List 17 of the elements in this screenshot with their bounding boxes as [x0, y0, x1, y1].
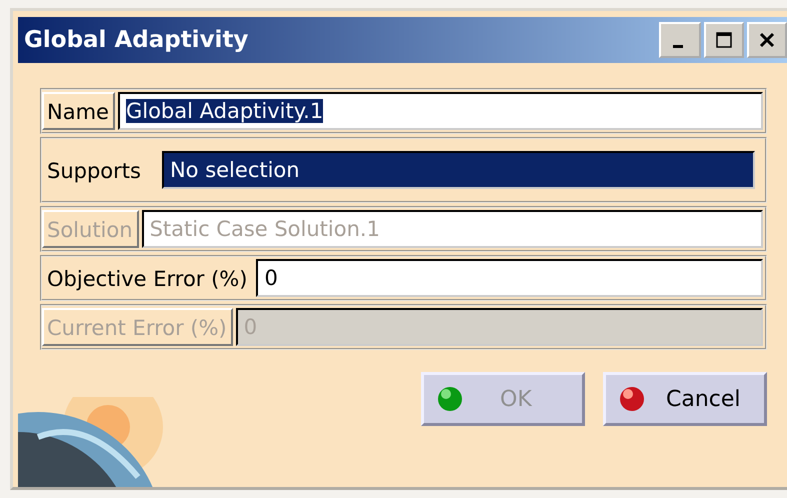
field-label: Current Error (%): [42, 308, 233, 346]
minimize-icon: [673, 44, 683, 48]
selection-field[interactable]: No selection: [162, 151, 755, 189]
ball-icon: [436, 385, 464, 413]
field-label: Supports: [46, 158, 142, 185]
field-label: Objective Error (%): [46, 266, 248, 293]
field-label: Solution: [42, 210, 139, 248]
maximize-icon: [714, 30, 734, 50]
close-icon: [757, 30, 777, 50]
cancel-button[interactable]: Cancel: [603, 372, 767, 426]
close-button[interactable]: [747, 22, 787, 58]
ball-icon: [618, 385, 646, 413]
window-title: Global Adaptivity: [24, 27, 248, 53]
field-label: Name: [42, 92, 115, 130]
maximize-button[interactable]: [704, 22, 744, 58]
input-field[interactable]: Global Adaptivity.1: [118, 92, 763, 130]
input-field[interactable]: 0: [256, 259, 763, 297]
